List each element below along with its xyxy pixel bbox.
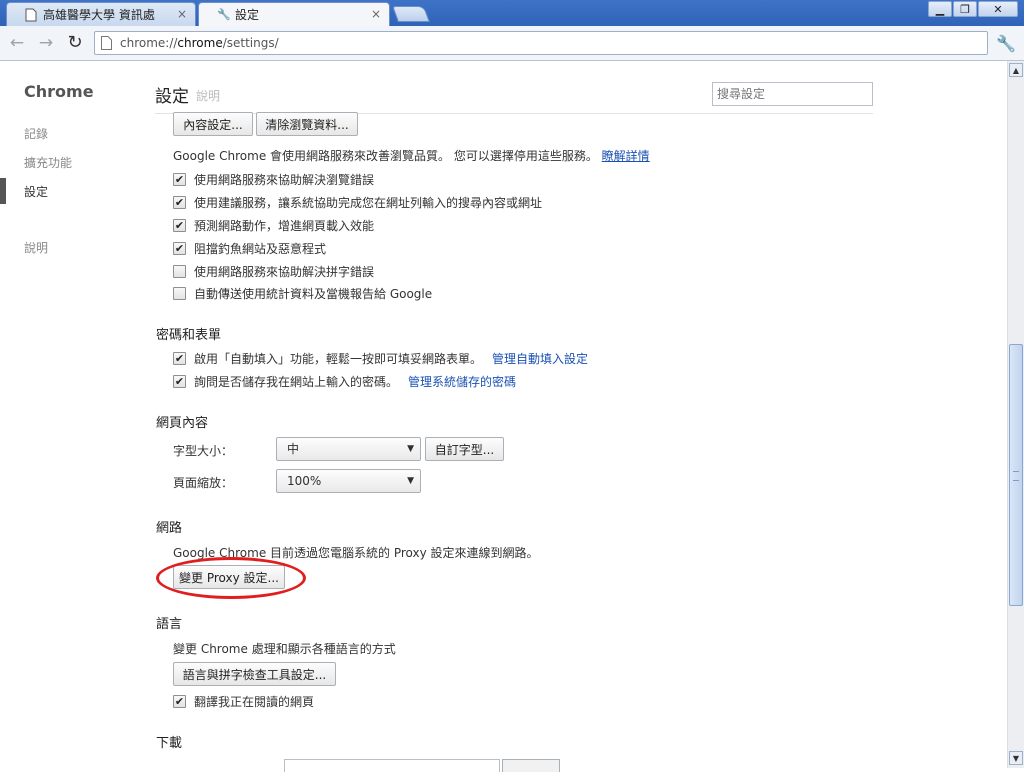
checkbox-row[interactable]: ✔ 預測網路動作，增進網頁載入效能 <box>173 217 374 233</box>
sidebar-item-settings[interactable]: 設定 <box>24 183 48 200</box>
url-host: chrome <box>177 36 223 50</box>
section-heading-languages: 語言 <box>156 617 183 632</box>
manage-passwords-link[interactable]: 管理系統儲存的密碼 <box>408 373 516 390</box>
learn-more-link[interactable]: 瞭解詳情 <box>602 149 650 163</box>
url-scheme: chrome:// <box>120 36 178 50</box>
clear-browsing-data-button[interactable]: 清除瀏覽資料... <box>256 112 358 136</box>
download-change-button[interactable] <box>502 759 560 772</box>
languages-description: 變更 Chrome 處理和顯示各種語言的方式 <box>173 642 396 656</box>
section-heading-downloads: 下載 <box>156 736 183 751</box>
red-annotation-ellipse <box>156 557 306 599</box>
maximize-button[interactable]: ❐ <box>953 1 977 17</box>
checkbox[interactable] <box>173 264 186 278</box>
dropdown-arrow-icon: ▼ <box>407 476 414 486</box>
sidebar-item-extensions[interactable]: 擴充功能 <box>24 154 72 171</box>
checkbox-label: 自動傳送使用統計資料及當機報告給 Google <box>194 286 433 301</box>
close-window-button[interactable]: ✕ <box>978 1 1018 17</box>
zoom-select[interactable]: 100% ▼ <box>276 469 421 493</box>
checkbox[interactable]: ✔ <box>173 374 186 388</box>
minimize-button[interactable]: ▁ <box>928 1 952 17</box>
tab-settings[interactable]: 🔧 設定 × <box>198 2 390 26</box>
language-settings-button[interactable]: 語言與拼字檢查工具設定... <box>173 662 336 686</box>
wrench-icon: 🔧 <box>217 7 231 21</box>
checkbox-row-translate[interactable]: ✔ 翻譯我正在閱讀的網頁 <box>173 693 314 709</box>
search-input[interactable] <box>712 82 873 106</box>
page-icon <box>25 8 37 21</box>
section-heading-web-content: 網頁內容 <box>156 416 209 431</box>
sidebar-item-history[interactable]: 記錄 <box>24 125 48 142</box>
section-heading-network: 網路 <box>156 521 183 536</box>
privacy-description: Google Chrome 會使用網路服務來改善瀏覽品質。 您可以選擇停用這些服… <box>173 147 650 164</box>
url-path: /settings/ <box>222 36 279 50</box>
toolbar: ← → ↻ chrome://chrome/settings/ ☆ 🔧 <box>0 26 1024 61</box>
font-size-label: 字型大小： <box>173 444 234 458</box>
privacy-description-text: Google Chrome 會使用網路服務來改善瀏覽品質。 您可以選擇停用這些服… <box>173 149 598 163</box>
close-tab-icon[interactable]: × <box>371 7 381 21</box>
address-bar[interactable]: chrome://chrome/settings/ ☆ <box>94 31 988 55</box>
tab-title: 高雄醫學大學 資訊處 <box>43 8 155 22</box>
scroll-up-icon[interactable]: ▲ <box>1009 63 1023 77</box>
zoom-label: 頁面縮放： <box>173 476 234 490</box>
checkbox[interactable]: ✔ <box>173 241 186 255</box>
download-location-field[interactable] <box>284 759 500 772</box>
sidebar-title: Chrome <box>24 82 94 101</box>
checkbox-label: 啟用「自動填入」功能，輕鬆一按即可填妥網路表單。 <box>194 351 483 366</box>
checkbox-label: 阻擋釣魚網站及惡意程式 <box>194 241 327 256</box>
reload-icon[interactable]: ↻ <box>64 32 86 54</box>
checkbox[interactable]: ✔ <box>173 172 186 186</box>
checkbox[interactable]: ✔ <box>173 218 186 232</box>
ghost-heading: 說明 <box>196 89 221 103</box>
checkbox-label: 翻譯我正在閱讀的網頁 <box>194 694 315 709</box>
new-tab-button[interactable] <box>392 6 430 22</box>
sidebar-item-help[interactable]: 說明 <box>24 239 48 256</box>
font-size-select[interactable]: 中 ▼ <box>276 437 421 461</box>
checkbox-row[interactable]: ✔ 使用網路服務來協助解決瀏覽錯誤 <box>173 171 374 187</box>
section-heading-passwords: 密碼和表單 <box>156 328 222 343</box>
forward-icon[interactable]: → <box>35 32 57 54</box>
scroll-thumb[interactable] <box>1009 344 1023 606</box>
checkbox-row[interactable]: ✔ 使用建議服務，讓系統協助完成您在網址列輸入的搜尋內容或網址 <box>173 194 542 210</box>
checkbox-label: 使用網路服務來協助解決拼字錯誤 <box>194 264 375 279</box>
font-size-value: 中 <box>287 442 300 456</box>
grip-icon <box>1013 471 1019 481</box>
content-settings-button[interactable]: 內容設定... <box>173 112 253 136</box>
vertical-scrollbar[interactable]: ▲ ▼ <box>1007 61 1024 768</box>
url-text[interactable]: chrome://chrome/settings/ <box>120 36 279 50</box>
checkbox-row[interactable]: 使用網路服務來協助解決拼字錯誤 <box>173 263 374 279</box>
zoom-value: 100% <box>287 474 322 488</box>
checkbox-row[interactable]: ✔ 阻擋釣魚網站及惡意程式 <box>173 240 326 256</box>
checkbox-label: 使用建議服務，讓系統協助完成您在網址列輸入的搜尋內容或網址 <box>194 195 543 210</box>
back-icon[interactable]: ← <box>6 32 28 54</box>
manage-autofill-link[interactable]: 管理自動填入設定 <box>492 350 588 367</box>
checkbox-row-save-passwords[interactable]: ✔ 詢問是否儲存我在網站上輸入的密碼。 管理系統儲存的密碼 <box>173 373 516 389</box>
checkbox-row[interactable]: 自動傳送使用統計資料及當機報告給 Google <box>173 285 432 301</box>
sidebar-selection-marker <box>0 178 6 204</box>
page-icon <box>101 36 112 50</box>
scroll-down-icon[interactable]: ▼ <box>1009 751 1023 765</box>
close-tab-icon[interactable]: × <box>177 7 187 21</box>
checkbox[interactable]: ✔ <box>173 195 186 209</box>
custom-fonts-button[interactable]: 自訂字型... <box>425 437 504 461</box>
tab-kmu-info[interactable]: 高雄醫學大學 資訊處 × <box>6 2 196 26</box>
tab-title: 設定 <box>235 8 260 22</box>
checkbox-label: 預測網路動作，增進網頁載入效能 <box>194 218 375 233</box>
checkbox-label: 詢問是否儲存我在網站上輸入的密碼。 <box>194 374 399 389</box>
wrench-menu-icon[interactable]: 🔧 <box>996 34 1016 53</box>
checkbox[interactable]: ✔ <box>173 351 186 365</box>
checkbox-label: 使用網路服務來協助解決瀏覽錯誤 <box>194 172 375 187</box>
title-bar: 高雄醫學大學 資訊處 × 🔧 設定 × ▁ ❐ ✕ <box>0 0 1024 26</box>
page-title: 設定 <box>155 87 189 107</box>
checkbox[interactable] <box>173 286 186 300</box>
checkbox-row-autofill[interactable]: ✔ 啟用「自動填入」功能，輕鬆一按即可填妥網路表單。 管理自動填入設定 <box>173 350 588 366</box>
dropdown-arrow-icon: ▼ <box>407 444 414 454</box>
checkbox[interactable]: ✔ <box>173 694 186 708</box>
